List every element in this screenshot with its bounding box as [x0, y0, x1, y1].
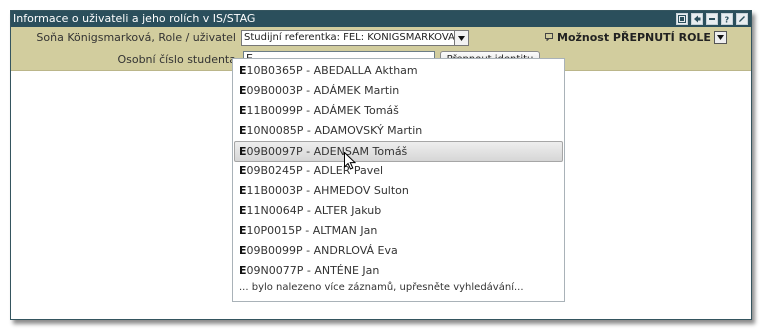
list-item[interactable]: E11B0099P - ADÁMEK Tomáš — [239, 102, 399, 120]
role-select-value: Studijní referentka: FEL: KONIGSMARKOVA — [244, 32, 455, 43]
help-icon[interactable]: ? — [721, 13, 733, 25]
window-title: Informace o uživateli a jeho rolích v IS… — [13, 12, 256, 25]
user-role-label: Soňa Königsmarková, Role / uživatel — [36, 31, 236, 44]
titlebar-icons: ? — [676, 13, 748, 25]
student-id-label: Osobní číslo studenta — [117, 53, 236, 66]
switch-role-label: Možnost PŘEPNUTÍ ROLE — [557, 31, 711, 44]
list-item[interactable]: E10N0085P - ADAMOVSKÝ Martin — [239, 122, 422, 140]
tag-icon — [545, 31, 554, 44]
list-item-selected[interactable]: E09B0097P - ADENSAM Tomáš — [234, 141, 563, 162]
list-item[interactable]: E09B0099P - ANDRLOVÁ Eva — [239, 242, 398, 260]
svg-text:?: ? — [725, 16, 730, 24]
edit-icon[interactable] — [736, 13, 748, 25]
window-icon[interactable] — [676, 13, 688, 25]
list-item[interactable]: E11N0064P - ALTER Jakub — [239, 202, 381, 220]
list-item[interactable]: E09B0003P - ADÁMEK Martin — [239, 82, 399, 100]
role-select[interactable]: Studijní referentka: FEL: KONIGSMARKOVA — [241, 30, 469, 46]
minimize-icon[interactable] — [706, 13, 718, 25]
list-item[interactable]: E10P0015P - ALTMAN Jan — [239, 222, 377, 240]
list-item[interactable]: E09N0077P - ANTÉNE Jan — [239, 262, 379, 280]
more-results-note: ... bylo nalezeno více záznamů, upřesnět… — [239, 282, 524, 293]
chevron-down-icon[interactable] — [713, 31, 727, 44]
mouse-cursor-icon — [344, 151, 357, 173]
switch-role-toggle[interactable]: Možnost PŘEPNUTÍ ROLE — [545, 31, 727, 44]
back-icon[interactable] — [691, 13, 703, 25]
titlebar: Informace o uživateli a jeho rolích v IS… — [11, 11, 751, 27]
autocomplete-dropdown: E10B0365P - ABEDALLA Aktham E09B0003P - … — [232, 58, 565, 302]
list-item[interactable]: E10B0365P - ABEDALLA Aktham — [239, 62, 418, 80]
chevron-down-icon[interactable] — [454, 31, 468, 45]
list-item[interactable]: E09B0245P - ADLER Pavel — [239, 162, 383, 180]
list-item[interactable]: E11B0003P - AHMEDOV Sulton — [239, 182, 409, 200]
